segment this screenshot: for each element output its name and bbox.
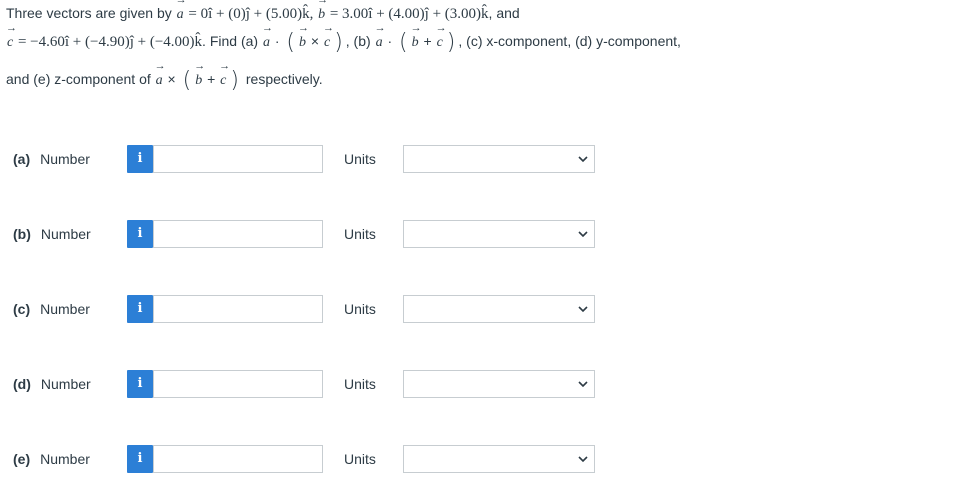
part-b-text: , (b) bbox=[345, 33, 375, 49]
chevron-down-icon bbox=[578, 306, 588, 313]
question-find-text: . Find (a) bbox=[202, 33, 262, 49]
open-paren: ( bbox=[182, 68, 192, 93]
question-line-3-tail: respectively. bbox=[241, 71, 323, 87]
part-letter: (e) bbox=[13, 451, 31, 467]
chevron-down-icon bbox=[578, 456, 588, 463]
part-b-dot-operator: · bbox=[383, 33, 397, 49]
question-intro: Three vectors are given by bbox=[6, 5, 176, 21]
answer-label: (b) Number bbox=[13, 226, 91, 242]
vector-c-symbol: c bbox=[6, 23, 14, 52]
open-paren: ( bbox=[399, 30, 408, 55]
question-line-3: and (e) z-component of a × (b + c) respe… bbox=[6, 61, 323, 93]
question-and-word: , and bbox=[488, 5, 520, 21]
part-letter: (c) bbox=[13, 301, 31, 317]
answer-row-b: (b) Number i Units bbox=[0, 218, 955, 250]
part-b-vector-a: a bbox=[375, 23, 384, 52]
units-label: Units bbox=[344, 226, 376, 242]
question-line-3-lead: and (e) z-component of bbox=[6, 71, 155, 87]
chevron-down-icon bbox=[578, 381, 588, 388]
answer-label: (a) Number bbox=[13, 151, 90, 167]
part-a-cross-operator: × bbox=[307, 33, 323, 49]
info-icon[interactable]: i bbox=[127, 295, 153, 323]
answer-row-d: (d) Number i Units bbox=[0, 368, 955, 400]
number-label: Number bbox=[40, 301, 90, 317]
units-dropdown-d[interactable] bbox=[403, 370, 595, 398]
units-dropdown-c[interactable] bbox=[403, 295, 595, 323]
part-cde-plus-operator: + bbox=[203, 71, 220, 87]
part-cde-vector-c: c bbox=[219, 61, 227, 90]
number-input-a[interactable] bbox=[153, 145, 323, 173]
part-b-plus-operator: + bbox=[419, 33, 436, 49]
open-paren: ( bbox=[286, 30, 295, 55]
info-icon[interactable]: i bbox=[127, 145, 153, 173]
part-a-vector-c: c bbox=[323, 23, 331, 52]
answer-row-e: (e) Number i Units bbox=[0, 443, 955, 475]
info-icon[interactable]: i bbox=[127, 445, 153, 473]
part-cde-vector-a: a bbox=[155, 61, 164, 90]
number-input-e[interactable] bbox=[153, 445, 323, 473]
chevron-down-icon bbox=[578, 231, 588, 238]
part-letter: (d) bbox=[13, 376, 31, 392]
number-input-c[interactable] bbox=[153, 295, 323, 323]
info-icon[interactable]: i bbox=[127, 220, 153, 248]
units-label: Units bbox=[344, 376, 376, 392]
part-b-vector-c: c bbox=[436, 23, 444, 52]
number-input-d[interactable] bbox=[153, 370, 323, 398]
info-icon[interactable]: i bbox=[127, 370, 153, 398]
answer-row-a: (a) Number i Units bbox=[0, 143, 955, 175]
units-label: Units bbox=[344, 151, 376, 167]
units-dropdown-b[interactable] bbox=[403, 220, 595, 248]
question-line-2: c = −4.60î + (−4.90)ĵ + (−4.00)k̂. Find … bbox=[6, 23, 681, 55]
chevron-down-icon bbox=[578, 156, 588, 163]
question-line-1: Three vectors are given by a = 0î + (0)ĵ… bbox=[6, 0, 520, 24]
vector-c-definition: = −4.60î + (−4.90)ĵ + (−4.00)k̂ bbox=[14, 34, 203, 50]
answer-label: (c) Number bbox=[13, 301, 90, 317]
units-label: Units bbox=[344, 451, 376, 467]
vector-a-definition: = 0î + (0)ĵ + (5.00)k̂, bbox=[184, 6, 318, 22]
part-a-dot-operator: · bbox=[270, 33, 284, 49]
question-line-2-tail: , (c) x-component, (d) y-component, bbox=[458, 33, 681, 49]
part-a-vector-b: b bbox=[298, 23, 307, 52]
part-cde-cross-operator: × bbox=[163, 71, 180, 87]
answer-label: (e) Number bbox=[13, 451, 90, 467]
part-a-vector-a: a bbox=[262, 23, 271, 52]
part-b-vector-b: b bbox=[411, 23, 420, 52]
number-label: Number bbox=[40, 451, 90, 467]
units-dropdown-e[interactable] bbox=[403, 445, 595, 473]
number-label: Number bbox=[40, 376, 91, 392]
part-letter: (b) bbox=[13, 226, 31, 242]
part-cde-vector-b: b bbox=[194, 61, 203, 90]
part-letter: (a) bbox=[13, 151, 31, 167]
number-label: Number bbox=[40, 151, 90, 167]
units-dropdown-a[interactable] bbox=[403, 145, 595, 173]
answer-row-c: (c) Number i Units bbox=[0, 293, 955, 325]
vector-b-definition: = 3.00î + (4.00)ĵ + (3.00)k̂ bbox=[326, 6, 489, 22]
units-label: Units bbox=[344, 301, 376, 317]
number-input-b[interactable] bbox=[153, 220, 323, 248]
vector-a-symbol: a bbox=[176, 0, 185, 24]
answer-label: (d) Number bbox=[13, 376, 91, 392]
number-label: Number bbox=[40, 226, 91, 242]
